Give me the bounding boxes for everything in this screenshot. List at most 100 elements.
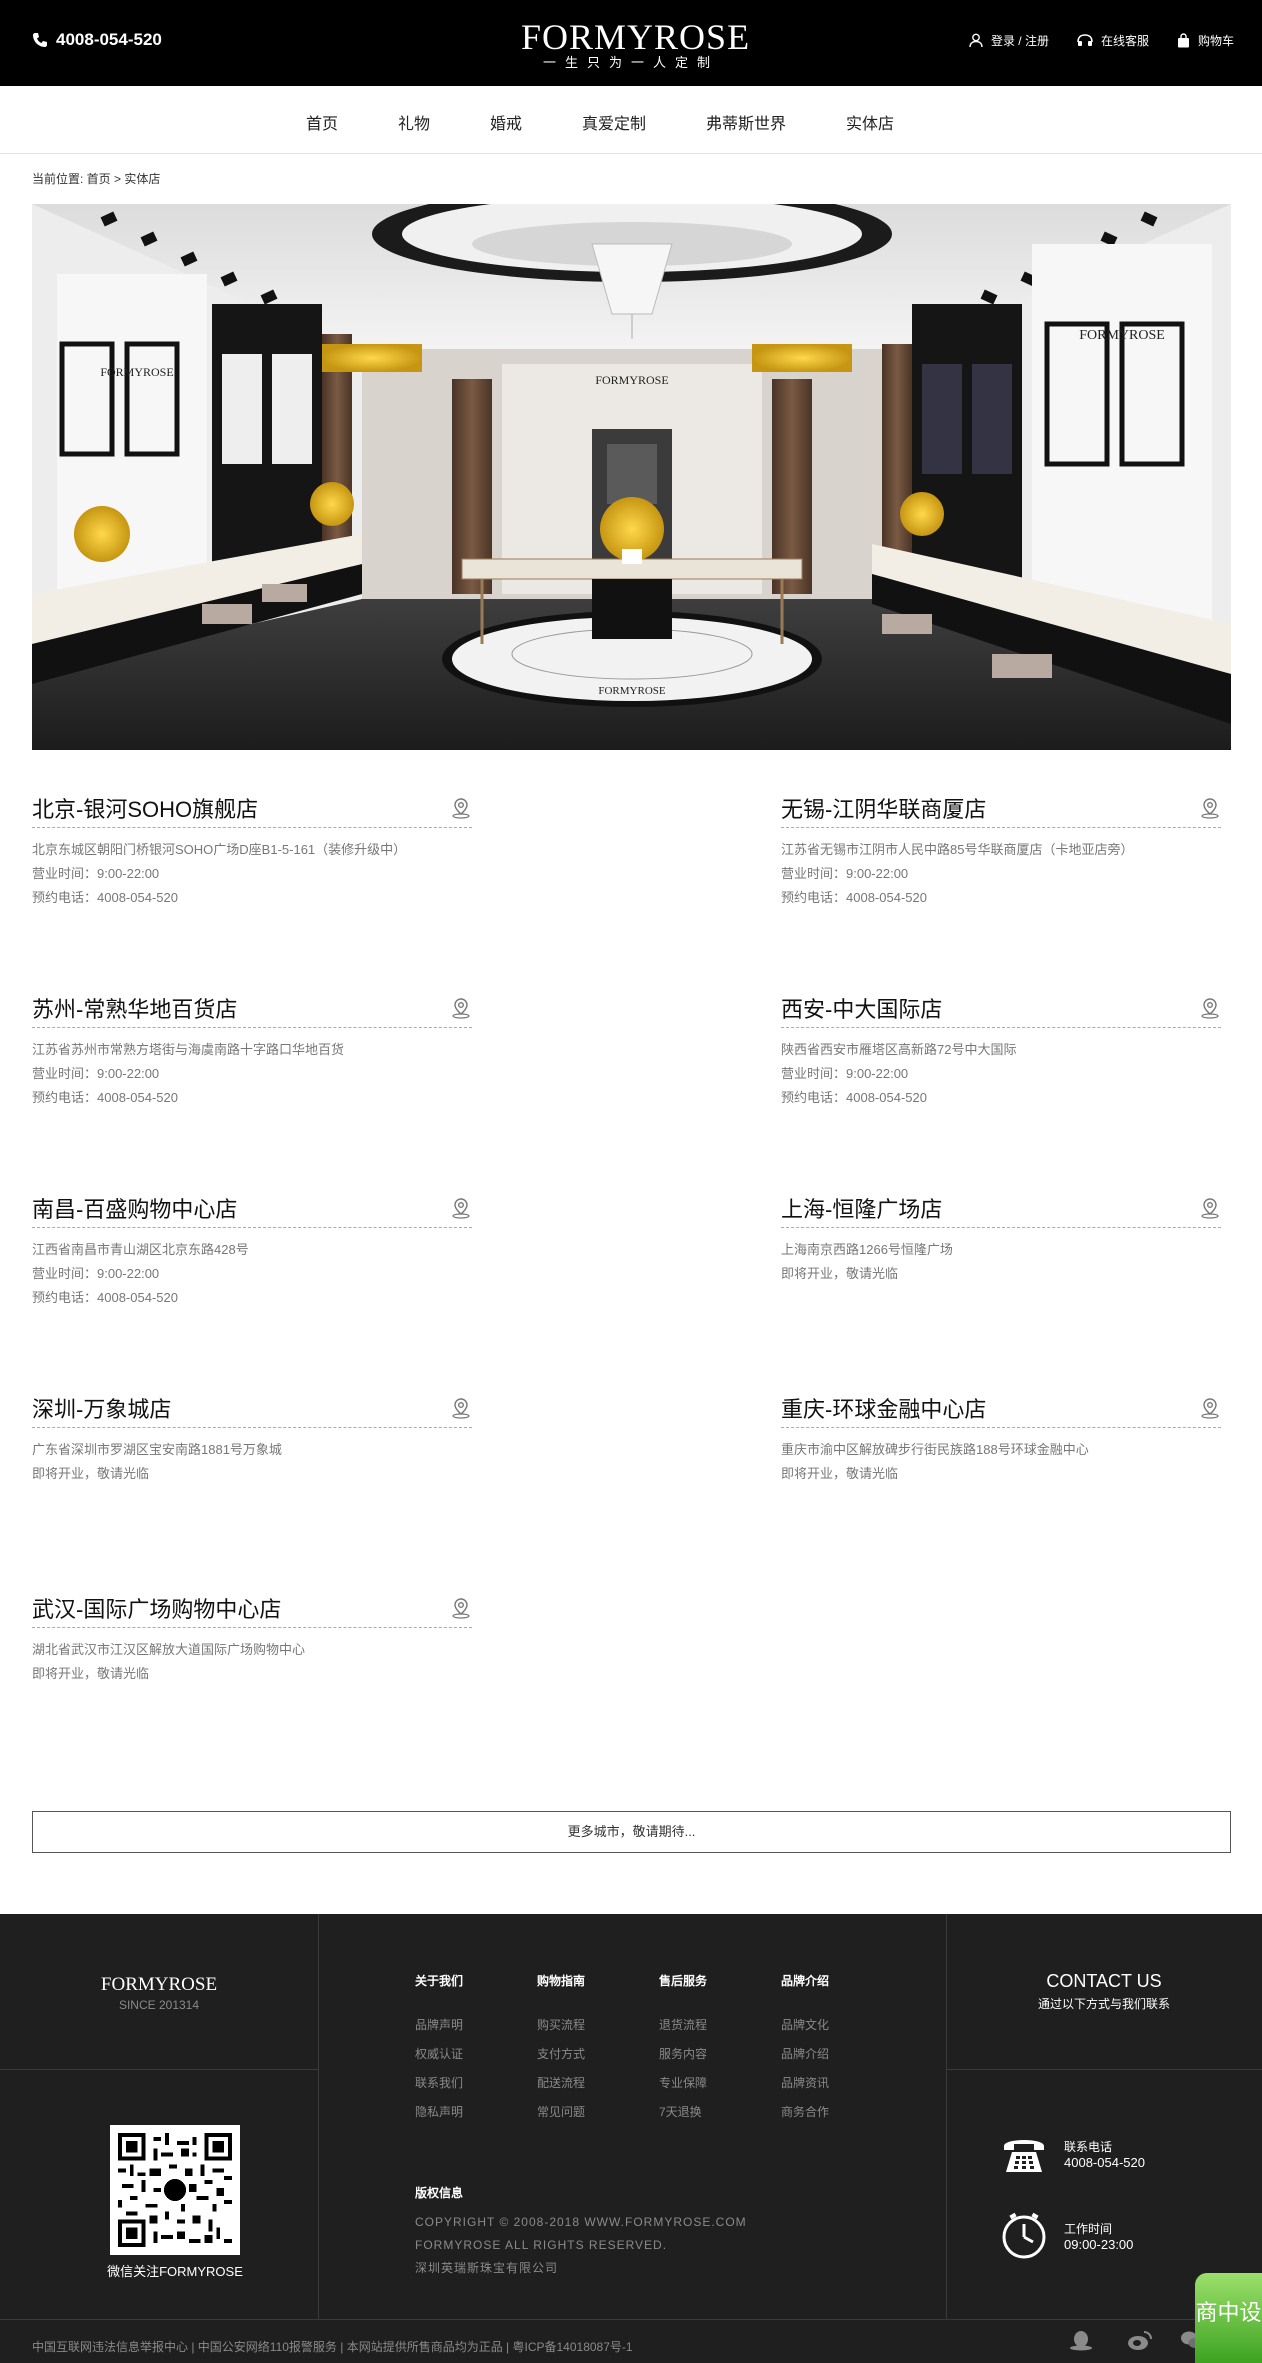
map-pin-icon[interactable] [450, 1397, 472, 1419]
store-status: 即将开业，敬请光临 [32, 1666, 150, 1681]
cart-link[interactable]: 购物车 [1177, 32, 1234, 49]
store-address: 江苏省无锡市江阴市人民中路85号华联商厦店（卡地亚店旁） [781, 842, 1134, 857]
footer-link[interactable]: 商务合作 [781, 2098, 881, 2127]
social-link-weibo[interactable] [1126, 2329, 1154, 2351]
nav-custom[interactable]: 真爱定制 [582, 110, 646, 134]
online-service-link[interactable]: 在线客服 [1077, 32, 1149, 49]
store-phone: 预约电话：4008-054-520 [781, 890, 927, 905]
nav-stores[interactable]: 实体店 [846, 110, 894, 134]
qr-caption: 微信关注FORMYROSE [107, 2264, 243, 2279]
store-address: 江苏省苏州市常熟方塔街与海虞南路十字路口华地百货 [32, 1042, 345, 1057]
online-service-label: 在线客服 [1100, 34, 1149, 48]
footer-link[interactable]: 支付方式 [537, 2040, 637, 2069]
hero-sign-left: FORMYROSE [100, 365, 173, 379]
nav-world[interactable]: 弗蒂斯世界 [706, 110, 786, 134]
map-pin-icon[interactable] [1199, 1397, 1221, 1419]
store-address: 广东省深圳市罗湖区宝安南路1881号万象城 [32, 1442, 282, 1457]
chat-widget-badge[interactable]: 商中设 [1195, 2273, 1262, 2363]
store-card: 苏州-常熟华地百货店 江苏省苏州市常熟方塔街与海虞南路十字路口华地百货 营业时间：… [32, 988, 472, 1110]
footer-col-title: 品牌介绍 [781, 1974, 830, 1988]
footer-link[interactable]: 服务内容 [659, 2040, 759, 2069]
wechat-qr-code [110, 2125, 240, 2255]
store-card: 无锡-江阴华联商厦店 江苏省无锡市江阴市人民中路85号华联商厦店（卡地亚店旁） 营… [781, 788, 1221, 910]
footer-link[interactable]: 退货流程 [659, 2011, 759, 2040]
footer-brand: FORMYROSE SINCE 201314 [0, 1974, 318, 2012]
store-name[interactable]: 苏州-常熟华地百货店 [32, 992, 237, 1024]
store-card: 武汉-国际广场购物中心店 湖北省武汉市江汉区解放大道国际广场购物中心 即将开业，敬… [32, 1588, 472, 1686]
copyright-line: FORMYROSE ALL RIGHTS RESERVED. [415, 2238, 668, 2252]
footer-link[interactable]: 品牌文化 [781, 2011, 881, 2040]
footer-link[interactable]: 配送流程 [537, 2069, 637, 2098]
map-pin-icon[interactable] [1199, 1197, 1221, 1219]
telephone-icon [1004, 2140, 1044, 2172]
header-phone[interactable]: 4008-054-520 [32, 30, 162, 50]
site-logo[interactable]: FORMYROSE 一生只为一人定制 [521, 18, 749, 70]
map-pin-icon[interactable] [450, 1597, 472, 1619]
contact-subtitle: 通过以下方式与我们联系 [1037, 1997, 1170, 2011]
store-name[interactable]: 西安-中大国际店 [781, 992, 942, 1024]
store-address: 重庆市渝中区解放碑步行街民族路188号环球金融中心 [781, 1442, 1089, 1457]
store-name[interactable]: 南昌-百盛购物中心店 [32, 1192, 237, 1224]
store-name[interactable]: 上海-恒隆广场店 [781, 1192, 942, 1224]
copyright-block: 版权信息 COPYRIGHT © 2008-2018 WWW.FORMYROSE… [415, 2184, 747, 2280]
store-address: 上海南京西路1266号恒隆广场 [781, 1242, 953, 1257]
nav-gifts[interactable]: 礼物 [398, 110, 430, 134]
footer-link[interactable]: 品牌资讯 [781, 2069, 881, 2098]
footer-link[interactable]: 购买流程 [537, 2011, 637, 2040]
footer-link[interactable]: 常见问题 [537, 2098, 637, 2127]
copyright-line: 深圳英瑞斯珠宝有限公司 [415, 2261, 559, 2275]
qq-icon [1070, 2331, 1092, 2351]
more-cities-button[interactable]: 更多城市，敬请期待... [32, 1811, 1231, 1853]
contact-phone-value[interactable]: 4008-054-520 [1064, 2155, 1145, 2170]
map-pin-icon[interactable] [450, 1197, 472, 1219]
store-name[interactable]: 武汉-国际广场购物中心店 [32, 1592, 281, 1624]
header-tools: 登录 / 注册 在线客服 购物车 [969, 32, 1234, 49]
store-phone: 预约电话：4008-054-520 [781, 1090, 927, 1105]
hero-sign-right: FORMYROSE [1079, 328, 1165, 343]
store-name[interactable]: 重庆-环球金融中心店 [781, 1392, 986, 1424]
store-name[interactable]: 无锡-江阴华联商厦店 [781, 792, 986, 824]
store-phone: 预约电话：4008-054-520 [32, 890, 178, 905]
map-pin-icon[interactable] [1199, 997, 1221, 1019]
contact-hours-value: 09:00-23:00 [1064, 2237, 1134, 2252]
contact-header: CONTACT US 通过以下方式与我们联系 [946, 1971, 1262, 2012]
breadcrumb: 当前位置: 首页 > 实体店 [32, 170, 160, 187]
map-pin-icon[interactable] [1199, 797, 1221, 819]
social-link-qq[interactable] [1068, 2329, 1094, 2351]
store-hours: 营业时间：9:00-22:00 [781, 866, 909, 881]
footer-link[interactable]: 隐私声明 [415, 2098, 515, 2127]
breadcrumb-current: 实体店 [124, 172, 161, 186]
contact-phone: 联系电话 4008-054-520 [1000, 2132, 1145, 2176]
store-name[interactable]: 北京-银河SOHO旗舰店 [32, 792, 258, 824]
store-status: 即将开业，敬请光临 [781, 1266, 899, 1281]
store-name[interactable]: 深圳-万象城店 [32, 1392, 171, 1424]
footer-divider [946, 2069, 1262, 2070]
map-pin-icon[interactable] [450, 997, 472, 1019]
store-card: 北京-银河SOHO旗舰店 北京东城区朝阳门桥银河SOHO广场D座B1-5-161… [32, 788, 472, 910]
nav-home[interactable]: 首页 [306, 110, 338, 134]
breadcrumb-home[interactable]: 首页 [87, 172, 111, 186]
legal-links[interactable]: 中国互联网违法信息举报中心 | 中国公安网络110报警服务 | 本网站提供所售商… [32, 2338, 633, 2355]
nav-wedding-rings[interactable]: 婚戒 [490, 110, 522, 134]
store-phone: 预约电话：4008-054-520 [32, 1090, 178, 1105]
weibo-icon [1128, 2331, 1152, 2350]
store-card: 西安-中大国际店 陕西省西安市雁塔区高新路72号中大国际 营业时间：9:00-22… [781, 988, 1221, 1110]
breadcrumb-prefix: 当前位置: [32, 172, 87, 186]
footer-link[interactable]: 专业保障 [659, 2069, 759, 2098]
footer-link[interactable]: 7天退换 [659, 2098, 759, 2127]
footer-link[interactable]: 联系我们 [415, 2069, 515, 2098]
bag-icon [1177, 33, 1189, 48]
footer-link[interactable]: 品牌声明 [415, 2011, 515, 2040]
footer-link[interactable]: 品牌介绍 [781, 2040, 881, 2069]
footer-link[interactable]: 权威认证 [415, 2040, 515, 2069]
footer-col-brand: 品牌介绍 品牌文化 品牌介绍 品牌资讯 商务合作 [781, 1972, 881, 2127]
store-address: 江西省南昌市青山湖区北京东路428号 [32, 1242, 249, 1257]
login-register-link[interactable]: 登录 / 注册 [969, 32, 1049, 49]
clock-icon [1002, 2212, 1046, 2259]
footer-divider [318, 1914, 319, 2319]
footer-col-about: 关于我们 品牌声明 权威认证 联系我们 隐私声明 [415, 1972, 515, 2127]
map-pin-icon[interactable] [450, 797, 472, 819]
store-card: 南昌-百盛购物中心店 江西省南昌市青山湖区北京东路428号 营业时间：9:00-2… [32, 1188, 472, 1310]
contact-hours-label: 工作时间 [1064, 2222, 1113, 2236]
store-interior-illustration: FORMYROSE FORMYROSE FORMYROSE FORMYROSE [32, 204, 1231, 750]
